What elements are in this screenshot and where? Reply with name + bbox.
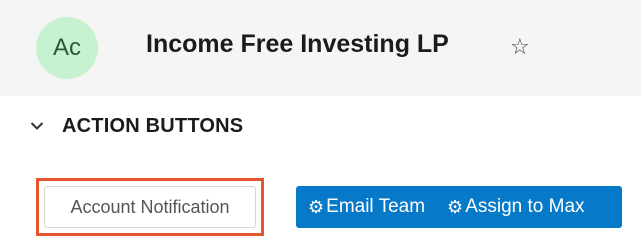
email-team-label: Email Team bbox=[326, 196, 426, 217]
star-outline-icon[interactable]: ☆ bbox=[510, 31, 530, 63]
email-team-button[interactable]: ⚙ Email Team bbox=[296, 186, 437, 228]
assign-to-max-button[interactable]: ⚙ Assign to Max bbox=[437, 186, 584, 228]
action-button-group: ⚙ Email Team ⚙ Assign to Max bbox=[296, 186, 622, 228]
action-buttons-section-toggle[interactable]: ACTION BUTTONS bbox=[26, 112, 243, 140]
chevron-down-icon bbox=[26, 112, 48, 140]
account-notification-button[interactable]: Account Notification bbox=[44, 186, 256, 228]
record-header: Ac Income Free Investing LP ☆ bbox=[0, 0, 641, 96]
avatar: Ac bbox=[36, 17, 98, 79]
assign-to-max-label: Assign to Max bbox=[465, 196, 585, 217]
section-title: ACTION BUTTONS bbox=[62, 114, 244, 137]
gear-icon: ⚙ bbox=[447, 196, 464, 217]
gear-icon: ⚙ bbox=[308, 196, 325, 217]
record-view: Ac Income Free Investing LP ☆ ACTION BUT… bbox=[0, 0, 641, 242]
record-title: Income Free Investing LP bbox=[146, 30, 449, 58]
